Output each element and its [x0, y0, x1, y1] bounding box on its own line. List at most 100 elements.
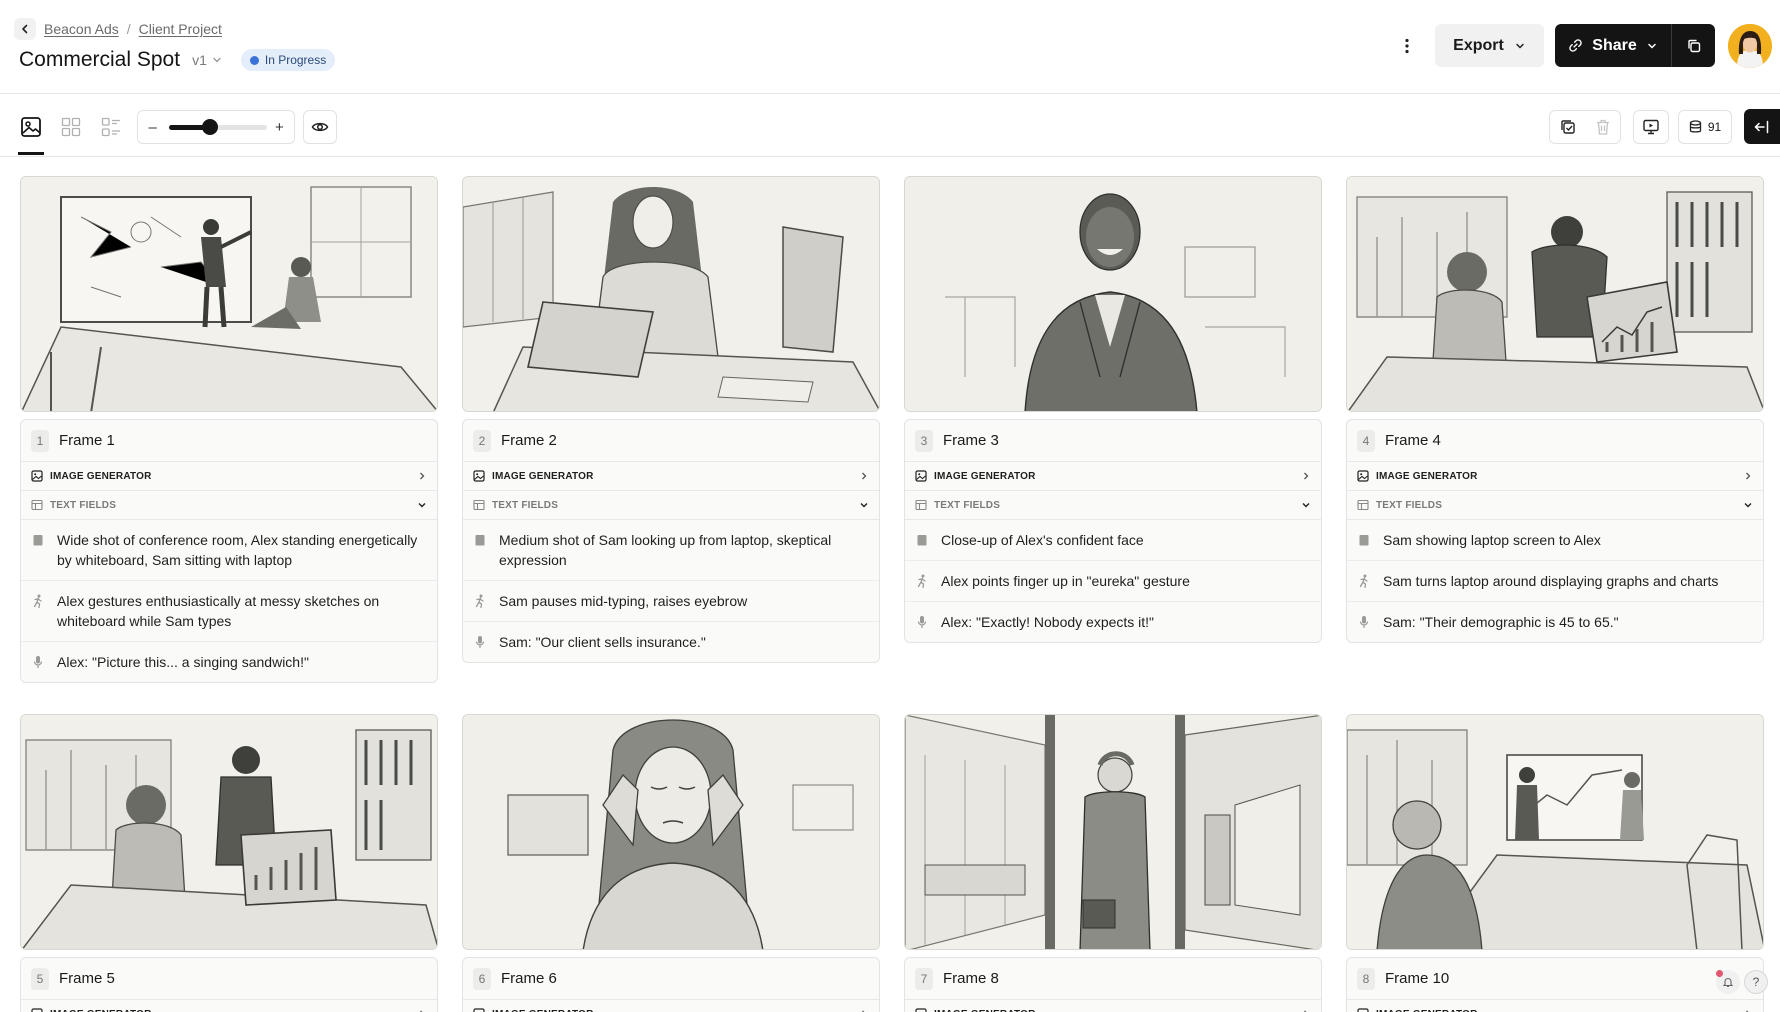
- shot-description-field: Sam showing laptop screen to Alex: [1347, 520, 1763, 561]
- image-generator-section[interactable]: IMAGE GENERATOR: [21, 1000, 437, 1012]
- image-generator-section[interactable]: IMAGE GENERATOR: [905, 462, 1321, 491]
- back-button[interactable]: [14, 18, 36, 40]
- shot-description-text[interactable]: Close-up of Alex's confident face: [941, 530, 1309, 550]
- export-button[interactable]: Export: [1435, 24, 1544, 67]
- frame-info-panel: 3 Frame 3 IMAGE GENERATOR TEXT FIELDS Cl…: [904, 419, 1322, 643]
- image-generator-section[interactable]: IMAGE GENERATOR: [1347, 462, 1763, 491]
- microphone-icon: [1357, 612, 1371, 632]
- credits-counter[interactable]: 91: [1678, 110, 1732, 144]
- frame-thumbnail[interactable]: [1346, 714, 1764, 950]
- more-options-button[interactable]: [1395, 34, 1419, 58]
- clapperboard-icon: [1357, 530, 1371, 550]
- zoom-control: – +: [137, 110, 295, 144]
- help-button[interactable]: ?: [1744, 970, 1768, 994]
- eye-icon: [311, 122, 329, 132]
- app-header: Beacon Ads / Client Project Commercial S…: [0, 0, 1780, 94]
- frame-thumbnail[interactable]: [20, 176, 438, 412]
- share-button-group: Share: [1555, 24, 1715, 67]
- shot-description-text[interactable]: Sam showing laptop screen to Alex: [1383, 530, 1751, 550]
- section-label: TEXT FIELDS: [1376, 499, 1443, 511]
- preview-toggle-button[interactable]: [303, 110, 337, 144]
- export-label: Export: [1453, 36, 1504, 54]
- image-generator-section[interactable]: IMAGE GENERATOR: [1347, 1000, 1763, 1012]
- collapse-panel-button[interactable]: [1744, 109, 1780, 144]
- action-field: Alex points finger up in "eureka" gestur…: [905, 561, 1321, 602]
- text-fields-section[interactable]: TEXT FIELDS: [463, 491, 879, 520]
- action-text[interactable]: Sam pauses mid-typing, raises eyebrow: [499, 591, 867, 611]
- page-title[interactable]: Commercial Spot: [19, 48, 180, 72]
- view-toolbar: – + 91: [0, 94, 1780, 157]
- user-avatar[interactable]: [1728, 24, 1772, 68]
- frame-name[interactable]: Frame 3: [943, 432, 999, 449]
- dialogue-field: Sam: "Their demographic is 45 to 65.": [1347, 602, 1763, 642]
- zoom-slider[interactable]: [169, 119, 268, 135]
- frame-thumbnail[interactable]: [904, 176, 1322, 412]
- zoom-in-button[interactable]: +: [273, 119, 286, 136]
- text-fields-section[interactable]: TEXT FIELDS: [905, 491, 1321, 520]
- frame-title-row: 4 Frame 4: [1347, 420, 1763, 462]
- frame-info-panel: 4 Frame 4 IMAGE GENERATOR TEXT FIELDS Sa…: [1346, 419, 1764, 643]
- image-generator-section[interactable]: IMAGE GENERATOR: [21, 462, 437, 491]
- bell-icon: [1722, 978, 1734, 988]
- action-text[interactable]: Alex gestures enthusiastically at messy …: [57, 591, 425, 631]
- action-field: Sam turns laptop around displaying graph…: [1347, 561, 1763, 602]
- zoom-handle[interactable]: [202, 119, 219, 135]
- breadcrumb-org-link[interactable]: Beacon Ads: [44, 21, 119, 37]
- frame-name[interactable]: Frame 5: [59, 970, 115, 987]
- dialogue-field: Alex: "Exactly! Nobody expects it!": [905, 602, 1321, 642]
- frame-name[interactable]: Frame 6: [501, 970, 557, 987]
- frame-name[interactable]: Frame 4: [1385, 432, 1441, 449]
- running-figure-icon: [915, 571, 929, 591]
- frame-name[interactable]: Frame 2: [501, 432, 557, 449]
- image-icon: [473, 1008, 485, 1012]
- dialogue-text[interactable]: Alex: "Exactly! Nobody expects it!": [941, 612, 1309, 632]
- view-list-button[interactable]: [98, 114, 124, 140]
- sketch-sam-at-laptop-image: [463, 177, 879, 411]
- copy-link-button[interactable]: [1671, 24, 1715, 67]
- collapse-left-icon: [1754, 120, 1769, 133]
- frame-name[interactable]: Frame 1: [59, 432, 115, 449]
- image-generator-section[interactable]: IMAGE GENERATOR: [905, 1000, 1321, 1012]
- view-grid-button[interactable]: [58, 114, 84, 140]
- frame-number: 5: [31, 967, 49, 990]
- sketch-office-laptop-image: [21, 715, 437, 949]
- breadcrumb-project-link[interactable]: Client Project: [139, 21, 222, 37]
- image-generator-section[interactable]: IMAGE GENERATOR: [463, 462, 879, 491]
- action-text[interactable]: Sam turns laptop around displaying graph…: [1383, 571, 1751, 591]
- image-generator-section[interactable]: IMAGE GENERATOR: [463, 1000, 879, 1012]
- present-button[interactable]: [1633, 110, 1669, 144]
- dialogue-text[interactable]: Sam: "Our client sells insurance.": [499, 632, 867, 652]
- share-button[interactable]: Share: [1555, 24, 1671, 67]
- frame-thumbnail[interactable]: [904, 714, 1322, 950]
- frame-title-row: 3 Frame 3: [905, 420, 1321, 462]
- table-icon: [473, 499, 485, 511]
- frame-thumbnail[interactable]: [1346, 176, 1764, 412]
- frame-thumbnail[interactable]: [462, 176, 880, 412]
- frame-name[interactable]: Frame 8: [943, 970, 999, 987]
- frame-thumbnail[interactable]: [20, 714, 438, 950]
- image-icon: [1357, 470, 1369, 482]
- zoom-out-button[interactable]: –: [146, 119, 159, 136]
- text-fields-section[interactable]: TEXT FIELDS: [1347, 491, 1763, 520]
- frame-name[interactable]: Frame 10: [1385, 970, 1449, 987]
- dialogue-text[interactable]: Sam: "Their demographic is 45 to 65.": [1383, 612, 1751, 632]
- version-selector[interactable]: v1: [192, 52, 223, 68]
- select-all-button[interactable]: [1550, 111, 1585, 143]
- dialogue-text[interactable]: Alex: "Picture this... a singing sandwic…: [57, 652, 425, 672]
- text-fields-section[interactable]: TEXT FIELDS: [21, 491, 437, 520]
- table-icon: [1357, 499, 1369, 511]
- shot-description-text[interactable]: Medium shot of Sam looking up from lapto…: [499, 530, 867, 570]
- image-icon: [31, 470, 43, 482]
- more-vertical-icon: [1405, 38, 1409, 54]
- action-text[interactable]: Alex points finger up in "eureka" gestur…: [941, 571, 1309, 591]
- view-single-button[interactable]: [18, 114, 44, 140]
- frame-thumbnail[interactable]: [462, 714, 880, 950]
- section-label: IMAGE GENERATOR: [492, 1009, 852, 1012]
- delete-button[interactable]: [1585, 111, 1620, 143]
- selection-actions: [1549, 110, 1621, 144]
- frame-number: 1: [31, 429, 49, 452]
- chevron-down-icon: [860, 503, 868, 508]
- chevron-down-icon: [1744, 503, 1752, 508]
- shot-description-text[interactable]: Wide shot of conference room, Alex stand…: [57, 530, 425, 570]
- notifications-button[interactable]: [1716, 970, 1740, 994]
